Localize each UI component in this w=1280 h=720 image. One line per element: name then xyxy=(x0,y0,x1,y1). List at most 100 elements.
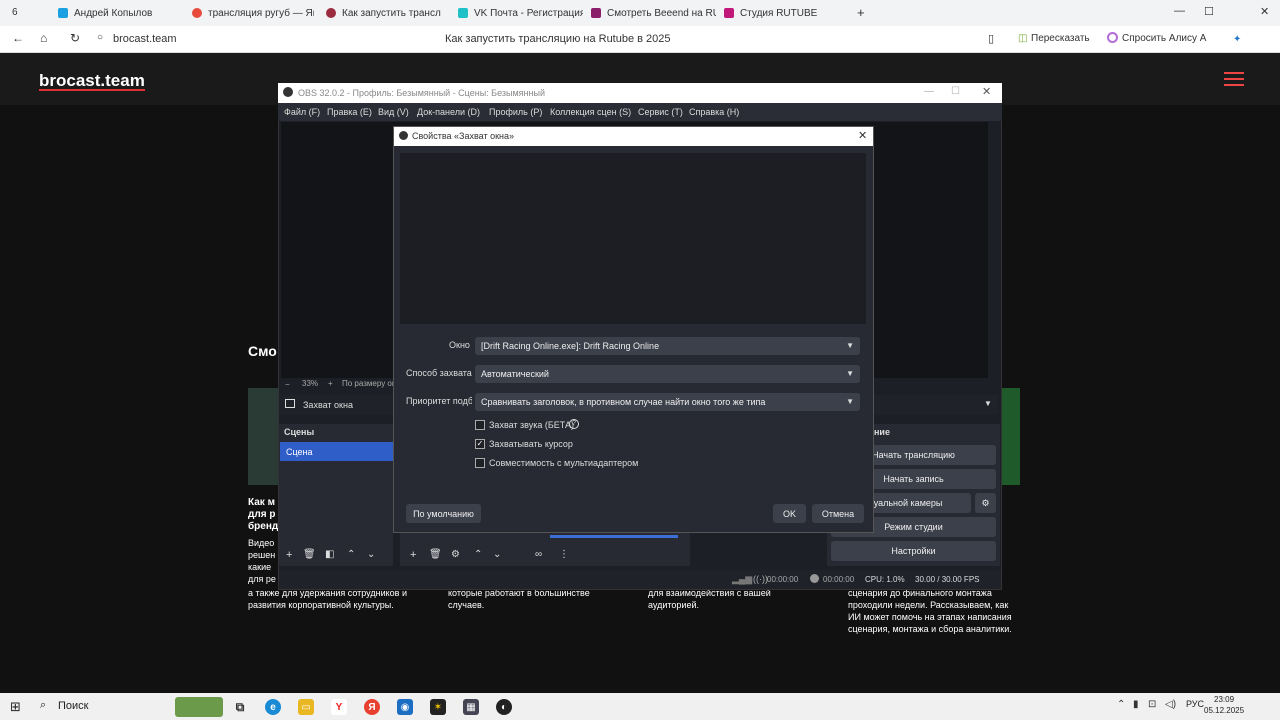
defaults-button[interactable]: По умолчанию xyxy=(406,504,481,523)
menu-view[interactable]: Вид (V) xyxy=(378,107,409,117)
windows-start-icon[interactable]: ⊞ xyxy=(10,699,21,715)
close-icon[interactable]: ✕ xyxy=(858,129,867,142)
browser-tab[interactable]: Студия RUTUBE xyxy=(724,4,849,22)
obs-titlebar: OBS 32.0.2 - Профиль: Безымянный - Сцены… xyxy=(278,83,1002,103)
settings-button[interactable]: Настройки xyxy=(831,541,996,561)
back-icon[interactable]: ← xyxy=(12,31,24,45)
bookmark-icon[interactable]: ▯ xyxy=(988,32,994,45)
gear-icon[interactable]: ⚙ xyxy=(975,493,996,513)
move-down-icon[interactable]: ⌄ xyxy=(367,549,375,560)
more-icon[interactable]: ⋮ xyxy=(559,549,569,560)
menu-tools[interactable]: Сервис (T) xyxy=(638,107,683,117)
cancel-button[interactable]: Отмена xyxy=(812,504,864,523)
zoom-fit-button[interactable]: По размеру ок xyxy=(342,379,395,388)
move-up-icon[interactable]: ⌃ xyxy=(474,549,482,560)
menu-icon[interactable] xyxy=(1224,72,1244,86)
source-toolbar: Захват окна xyxy=(279,395,393,415)
vk-icon xyxy=(58,8,68,18)
menu-edit[interactable]: Правка (E) xyxy=(327,107,372,117)
game-icon[interactable]: ▦ xyxy=(463,699,479,715)
home-icon[interactable]: ⌂ xyxy=(40,31,47,45)
menu-profile[interactable]: Профиль (P) xyxy=(489,107,542,117)
window-select[interactable]: [Drift Racing Online.exe]: Drift Racing … xyxy=(475,337,860,355)
task-view-icon[interactable]: ⧉ xyxy=(232,699,248,715)
outlook-icon[interactable]: ◉ xyxy=(397,699,413,715)
zoom-out-icon[interactable]: − xyxy=(285,380,290,389)
retell-button[interactable]: Пересказать xyxy=(1031,33,1090,44)
url-field[interactable]: brocast.team xyxy=(113,33,177,45)
browser-tab[interactable]: Андрей Копылов xyxy=(58,4,178,22)
move-down-icon[interactable]: ⌄ xyxy=(493,549,501,560)
delete-source-icon[interactable]: 🗑 xyxy=(429,549,442,560)
filter-icon[interactable]: ◧ xyxy=(325,549,334,560)
minimize-icon[interactable]: — xyxy=(1174,5,1185,17)
brocast-icon xyxy=(326,8,336,18)
audio-capture-checkbox[interactable] xyxy=(475,420,485,430)
article-thumbnail[interactable] xyxy=(248,388,278,485)
windows-taskbar: ⊞ ⌕ Поиск РУС 23:09 05.12.2025 xyxy=(0,693,1280,720)
capture-method-select[interactable]: Автоматический ▼ xyxy=(475,365,860,383)
link-icon[interactable]: ∞ xyxy=(535,549,542,560)
search-icon[interactable]: ⌕ xyxy=(40,699,46,712)
mic-icon[interactable]: ▮ xyxy=(1133,699,1139,710)
volume-icon[interactable]: ◁) xyxy=(1165,699,1176,710)
reload-icon[interactable]: ↻ xyxy=(70,31,80,45)
edge-icon[interactable]: e xyxy=(265,699,281,715)
menu-scene-collection[interactable]: Коллекция сцен (S) xyxy=(550,107,631,117)
network-icon[interactable]: ⊡ xyxy=(1148,699,1156,710)
browser-tab[interactable]: VK Почта - Регистрация xyxy=(458,4,583,22)
folder-icon[interactable]: ▭ xyxy=(298,699,314,715)
close-icon[interactable]: ✕ xyxy=(982,85,991,98)
obs-taskbar-icon[interactable]: ◐ xyxy=(496,699,512,715)
minimize-icon[interactable]: — xyxy=(924,86,934,97)
page-title: Как запустить трансляцию на Rutube в 202… xyxy=(445,33,671,45)
move-up-icon[interactable]: ⌃ xyxy=(347,549,355,560)
browser-addressbar: ← ⌂ ↻ ○ brocast.team Как запустить транс… xyxy=(0,26,1280,53)
article-text: для взаимодействия с вашей аудиторией. xyxy=(648,588,771,610)
tray-chevron-icon[interactable]: ⌃ xyxy=(1117,699,1125,710)
delete-scene-icon[interactable]: 🗑 xyxy=(303,549,316,560)
app-icon[interactable]: ✶ xyxy=(430,699,446,715)
alice-button[interactable]: Спросить Алису А xyxy=(1122,33,1206,44)
browser-tab-active[interactable]: Как запустить трансл✕ xyxy=(326,4,451,22)
chevron-down-icon: ▼ xyxy=(846,369,854,378)
share-icon: ◫ xyxy=(1018,33,1028,44)
yandex-icon[interactable]: Я xyxy=(364,699,380,715)
language-indicator[interactable]: РУС xyxy=(1186,699,1204,709)
multiadapter-checkbox[interactable] xyxy=(475,458,485,468)
browser-tab[interactable]: трансляция ругуб — Ян xyxy=(192,4,314,22)
extension-icon[interactable]: ✦ xyxy=(1233,34,1241,45)
obs-window-title: OBS 32.0.2 - Профиль: Безымянный - Сцены… xyxy=(298,88,545,98)
add-source-icon[interactable]: + xyxy=(410,549,416,561)
clock-date[interactable]: 05.12.2025 xyxy=(1204,706,1244,715)
menu-file[interactable]: Файл (F) xyxy=(284,107,320,117)
yandex-icon xyxy=(192,8,202,18)
new-tab-button[interactable]: + xyxy=(857,5,865,20)
taskbar-search[interactable]: Поиск xyxy=(58,700,88,712)
gear-icon[interactable]: ⚙ xyxy=(451,549,460,560)
zoom-in-icon[interactable]: + xyxy=(328,379,333,388)
tab-counter[interactable]: 6 xyxy=(12,7,18,18)
help-icon[interactable]: ? xyxy=(569,419,579,429)
capture-cursor-checkbox[interactable]: ✓ xyxy=(475,439,485,449)
obs-logo-icon xyxy=(283,87,293,97)
article-thumbnail[interactable] xyxy=(1002,388,1020,485)
ok-button[interactable]: OK xyxy=(773,504,806,523)
yandex-browser-icon[interactable]: Y xyxy=(331,699,347,715)
maximize-icon[interactable]: ☐ xyxy=(1204,5,1214,18)
chevron-down-icon[interactable]: ▼ xyxy=(984,399,992,408)
obs-statusbar: ▂▄▆ ((·)) 00:00:00 00:00:00 CPU: 1.0% 30… xyxy=(279,570,1001,589)
volume-slider[interactable] xyxy=(550,535,678,538)
browser-tab[interactable]: Смотреть Веееnd на RU xyxy=(591,4,716,22)
menu-docks[interactable]: Док-панели (D) xyxy=(417,107,480,117)
priority-select[interactable]: Сравнивать заголовок, в противном случае… xyxy=(475,393,860,411)
site-logo[interactable]: brocast.team xyxy=(39,72,145,91)
clock-time[interactable]: 23:09 xyxy=(1214,695,1234,704)
menu-help[interactable]: Справка (H) xyxy=(689,107,739,117)
add-scene-icon[interactable]: + xyxy=(286,549,292,561)
rutube-studio-icon xyxy=(724,8,734,18)
close-window-icon[interactable]: ✕ xyxy=(1260,5,1269,18)
maximize-icon[interactable]: ☐ xyxy=(951,86,960,97)
scene-item[interactable]: Сцена xyxy=(280,442,393,461)
rutube-icon xyxy=(591,8,601,18)
